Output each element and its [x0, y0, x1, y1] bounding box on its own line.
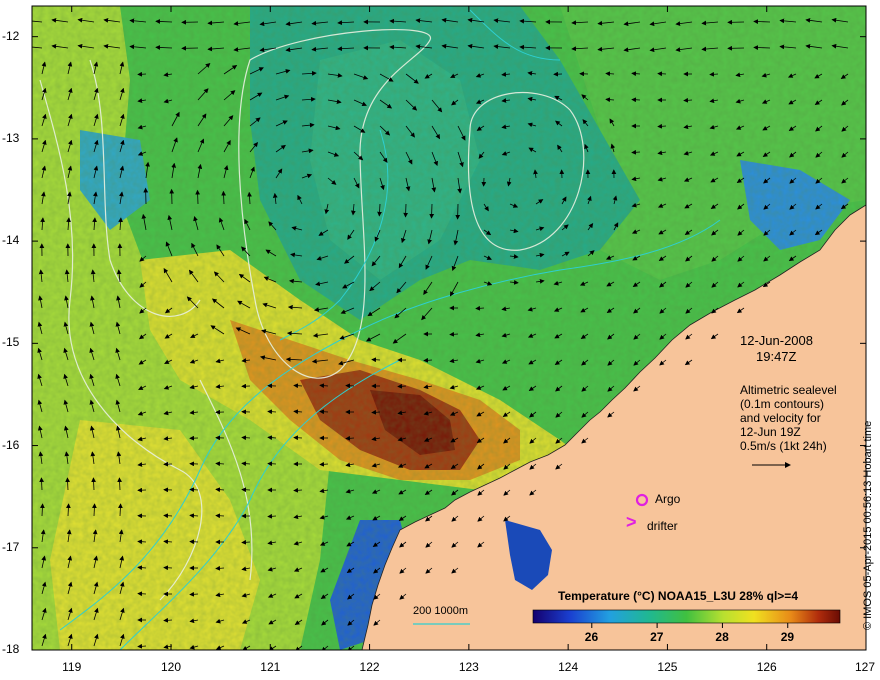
lat-tick-label: -17	[2, 539, 20, 554]
velocity-arrow	[189, 539, 199, 545]
velocity-arrow	[137, 71, 147, 77]
lon-tick-label: 123	[458, 660, 479, 674]
colorbar-tick-label: 27	[650, 630, 664, 644]
lon-tick-label: 126	[756, 660, 777, 674]
credit-text: © IMOS 05-Apr-2015 00:56:13 Hobart time	[862, 420, 874, 630]
argo-label: Argo	[655, 492, 681, 506]
lat-tick-label: -13	[2, 130, 20, 145]
lon-tick-label: 121	[260, 660, 281, 674]
velocity-arrow	[293, 435, 303, 441]
velocity-arrow	[267, 461, 277, 467]
lon-tick-label: 125	[657, 660, 678, 674]
velocity-arrow	[657, 71, 667, 77]
lon-tick-label: 122	[359, 660, 380, 674]
lat-tick-label: -12	[2, 28, 20, 43]
altimetry-line-4: 12-Jun 19Z	[740, 425, 801, 439]
velocity-arrow	[429, 203, 435, 219]
velocity-arrow	[241, 487, 251, 493]
velocity-arrow	[195, 189, 201, 205]
velocity-arrow	[163, 565, 173, 571]
velocity-arrow	[137, 591, 147, 597]
lon-tick-label: 127	[854, 660, 876, 674]
lon-tick-label: 120	[160, 660, 182, 674]
altimetry-notes: Altimetric sealevel (0.1m contours) and …	[740, 383, 837, 453]
lat-tick-label: -14	[2, 233, 20, 248]
drifter-label: drifter	[647, 519, 678, 533]
altimetry-line-3: and velocity for	[740, 411, 821, 425]
lat-tick-label: -18	[2, 642, 20, 656]
altimetry-line-5: 0.5m/s (1kt 24h)	[740, 439, 827, 453]
drifter-symbol: >	[626, 512, 637, 532]
velocity-arrow	[371, 357, 381, 363]
velocity-arrow	[631, 97, 641, 103]
temperature-colorbar	[532, 609, 841, 624]
velocity-arrow	[215, 513, 225, 519]
bathy-label: 200 1000m	[413, 605, 469, 617]
velocity-arrow	[345, 383, 355, 389]
altimetry-line-1: Altimetric sealevel	[740, 383, 837, 397]
lon-tick-label: 124	[558, 660, 579, 674]
lat-tick-label: -16	[2, 437, 20, 452]
lat-tick-label: -15	[2, 335, 20, 350]
colorbar-tick-label: 29	[780, 630, 795, 644]
date-label: 12-Jun-2008	[740, 333, 813, 348]
legend-title: Temperature (°C) NOAA15_L3U 28% ql>=4	[558, 589, 798, 603]
lon-tick-label: 119	[62, 660, 82, 674]
time-label: 19:47Z	[756, 349, 797, 364]
altimetry-line-2: (0.1m contours)	[740, 397, 825, 411]
colorbar-tick-label: 28	[715, 630, 729, 644]
velocity-arrow	[403, 203, 409, 218]
colorbar-tick-label: 26	[584, 630, 599, 644]
velocity-arrow	[319, 409, 329, 415]
